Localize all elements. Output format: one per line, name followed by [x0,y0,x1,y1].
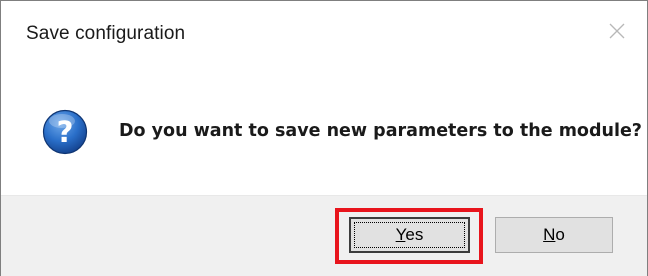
no-button[interactable]: No [495,217,613,253]
svg-text:?: ? [57,115,74,149]
yes-button[interactable]: Yes [349,217,470,253]
close-icon [609,23,625,39]
dialog-message: Do you want to save new parameters to th… [119,121,642,141]
close-button[interactable] [601,15,633,47]
dialog-title: Save configuration [26,23,186,44]
yes-button-label: Yes [395,225,424,244]
dialog-content: ? Do you want to save new parameters to … [1,65,647,195]
dialog-titlebar[interactable]: Save configuration [1,1,647,65]
save-configuration-dialog: Save configuration ? Do you want to save… [0,0,648,276]
question-icon: ? [42,109,88,155]
dialog-footer: Yes No [1,195,647,276]
no-button-label: No [543,225,565,244]
